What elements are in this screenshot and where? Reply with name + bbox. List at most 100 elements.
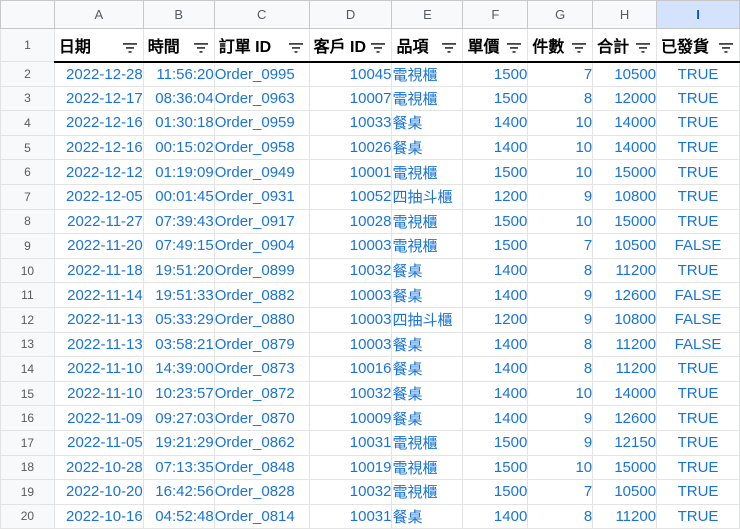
cell-item[interactable]: 電視櫃 — [391, 61, 464, 87]
row-number[interactable]: 13 — [0, 331, 55, 358]
filter-icon[interactable] — [719, 40, 733, 53]
cell-shipped[interactable]: TRUE — [656, 454, 740, 481]
cell-shipped[interactable]: FALSE — [656, 331, 740, 358]
cell-cust[interactable]: 10009 — [308, 405, 393, 431]
cell-item[interactable]: 餐桌 — [391, 134, 464, 161]
cell-price[interactable]: 1400 — [462, 257, 529, 284]
filter-icon[interactable] — [122, 40, 137, 53]
column-header-i[interactable]: I — [656, 0, 740, 29]
cell-qty[interactable]: 7 — [527, 61, 594, 87]
cell-item[interactable]: 餐桌 — [391, 380, 464, 407]
cell-total[interactable]: 15000 — [592, 208, 658, 235]
cell-date[interactable]: 2022-10-16 — [53, 503, 144, 530]
cell-time[interactable]: 11:56:20 — [142, 61, 215, 87]
cell-item[interactable]: 餐桌 — [391, 110, 464, 136]
cell-cust[interactable]: 10016 — [308, 356, 393, 382]
row-number[interactable]: 7 — [0, 183, 55, 210]
row-number[interactable]: 11 — [0, 282, 55, 308]
cell-total[interactable]: 12000 — [592, 85, 658, 112]
row-number[interactable]: 18 — [0, 454, 55, 481]
cell-date[interactable]: 2022-11-14 — [53, 282, 144, 308]
cell-total[interactable]: 10800 — [592, 306, 658, 333]
cell-cust[interactable]: 10028 — [308, 208, 393, 235]
header-cell[interactable]: 品項 — [391, 28, 464, 63]
cell-shipped[interactable]: TRUE — [656, 380, 740, 407]
cell-item[interactable]: 電視櫃 — [391, 479, 464, 505]
cell-order[interactable]: Order_0814 — [213, 503, 310, 530]
cell-order[interactable]: Order_0917 — [213, 208, 310, 235]
column-header-h[interactable]: H — [592, 0, 658, 29]
cell-order[interactable]: Order_0862 — [213, 429, 310, 456]
cell-item[interactable]: 電視櫃 — [391, 85, 464, 112]
row-number[interactable]: 14 — [0, 356, 55, 382]
row-number[interactable]: 6 — [0, 159, 55, 185]
cell-order[interactable]: Order_0904 — [213, 233, 310, 259]
cell-shipped[interactable]: TRUE — [656, 183, 740, 210]
cell-date[interactable]: 2022-11-18 — [53, 257, 144, 284]
cell-time[interactable]: 00:01:45 — [142, 183, 215, 210]
cell-price[interactable]: 1400 — [462, 405, 529, 431]
cell-date[interactable]: 2022-11-10 — [53, 380, 144, 407]
cell-qty[interactable]: 10 — [527, 159, 594, 185]
cell-cust[interactable]: 10003 — [308, 331, 393, 358]
cell-cust[interactable]: 10032 — [308, 257, 393, 284]
cell-order[interactable]: Order_0879 — [213, 331, 310, 358]
cell-qty[interactable]: 8 — [527, 356, 594, 382]
cell-cust[interactable]: 10003 — [308, 282, 393, 308]
cell-price[interactable]: 1500 — [462, 159, 529, 185]
cell-order[interactable]: Order_0872 — [213, 380, 310, 407]
header-cell[interactable]: 單價 — [462, 28, 529, 63]
cell-date[interactable]: 2022-12-17 — [53, 85, 144, 112]
cell-total[interactable]: 14000 — [592, 380, 658, 407]
cell-time[interactable]: 09:27:03 — [142, 405, 215, 431]
cell-date[interactable]: 2022-12-28 — [53, 61, 144, 87]
cell-price[interactable]: 1500 — [462, 208, 529, 235]
filter-icon[interactable] — [442, 40, 457, 53]
cell-total[interactable]: 12150 — [592, 429, 658, 456]
cell-shipped[interactable]: TRUE — [656, 405, 740, 431]
cell-total[interactable]: 14000 — [592, 134, 658, 161]
cell-price[interactable]: 1400 — [462, 380, 529, 407]
cell-qty[interactable]: 9 — [527, 282, 594, 308]
cell-price[interactable]: 1400 — [462, 331, 529, 358]
header-cell[interactable]: 時間 — [142, 28, 215, 63]
cell-price[interactable]: 1200 — [462, 306, 529, 333]
cell-shipped[interactable]: TRUE — [656, 503, 740, 530]
column-header-f[interactable]: F — [462, 0, 529, 29]
cell-shipped[interactable]: FALSE — [656, 282, 740, 308]
cell-cust[interactable]: 10052 — [308, 183, 393, 210]
cell-qty[interactable]: 9 — [527, 429, 594, 456]
cell-price[interactable]: 1500 — [462, 479, 529, 505]
row-number[interactable]: 19 — [0, 479, 55, 505]
cell-qty[interactable]: 9 — [527, 306, 594, 333]
filter-icon[interactable] — [572, 40, 587, 53]
cell-qty[interactable]: 10 — [527, 380, 594, 407]
cell-date[interactable]: 2022-11-13 — [53, 306, 144, 333]
cell-date[interactable]: 2022-12-16 — [53, 110, 144, 136]
cell-price[interactable]: 1500 — [462, 429, 529, 456]
row-number[interactable]: 10 — [0, 257, 55, 284]
filter-icon[interactable] — [636, 40, 651, 53]
cell-date[interactable]: 2022-11-10 — [53, 356, 144, 382]
cell-time[interactable]: 07:49:15 — [142, 233, 215, 259]
cell-order[interactable]: Order_0995 — [213, 61, 310, 87]
cell-shipped[interactable]: TRUE — [656, 479, 740, 505]
cell-shipped[interactable]: TRUE — [656, 257, 740, 284]
filter-icon[interactable] — [288, 40, 303, 53]
cell-qty[interactable]: 10 — [527, 134, 594, 161]
cell-price[interactable]: 1500 — [462, 61, 529, 87]
row-number[interactable]: 5 — [0, 134, 55, 161]
cell-cust[interactable]: 10031 — [308, 503, 393, 530]
cell-item[interactable]: 電視櫃 — [391, 429, 464, 456]
row-number[interactable]: 16 — [0, 405, 55, 431]
cell-order[interactable]: Order_0828 — [213, 479, 310, 505]
cell-total[interactable]: 15000 — [592, 159, 658, 185]
cell-qty[interactable]: 8 — [527, 503, 594, 530]
cell-date[interactable]: 2022-12-16 — [53, 134, 144, 161]
cell-time[interactable]: 14:39:00 — [142, 356, 215, 382]
cell-order[interactable]: Order_0848 — [213, 454, 310, 481]
cell-order[interactable]: Order_0949 — [213, 159, 310, 185]
column-header-d[interactable]: D — [308, 0, 393, 29]
cell-shipped[interactable]: TRUE — [656, 110, 740, 136]
header-cell[interactable]: 件數 — [527, 28, 594, 63]
